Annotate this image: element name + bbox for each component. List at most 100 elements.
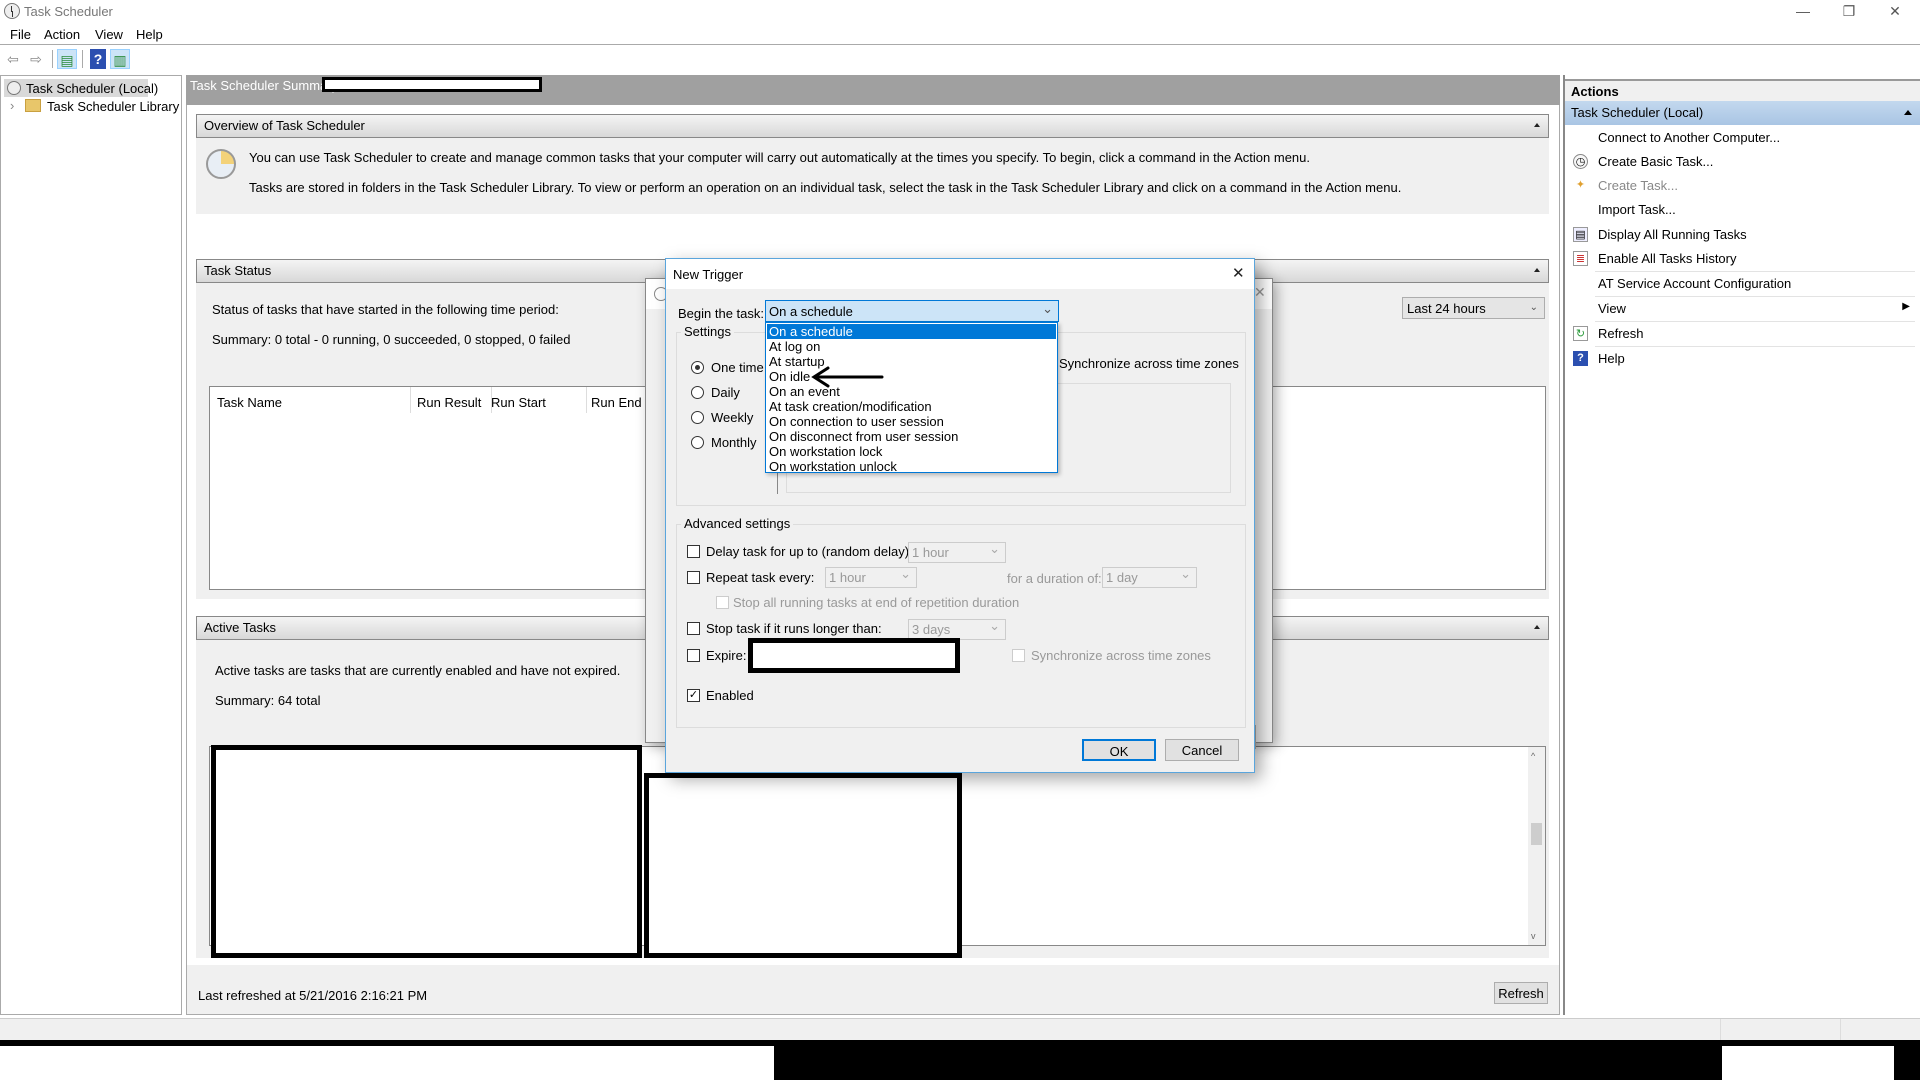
begin-task-dropdown-list[interactable]: On a schedule At log on At startup On id… (765, 322, 1058, 474)
settings-label: Settings (681, 324, 734, 339)
action-create-basic-task[interactable]: ◷ Create Basic Task... (1565, 150, 1920, 174)
toolbar-separator (82, 50, 83, 68)
action-enable-all-tasks-history[interactable]: ≣ Enable All Tasks History (1565, 247, 1920, 271)
redaction-box (211, 745, 642, 958)
repeat-label: Repeat task every: (706, 570, 815, 585)
menu-file[interactable]: File (10, 27, 31, 42)
cancel-button[interactable]: Cancel (1165, 739, 1239, 761)
enabled-label: Enabled (706, 688, 754, 703)
back-arrow-icon[interactable]: ⇦ (3, 49, 23, 69)
column-header-run-result[interactable]: Run Result (417, 395, 481, 410)
folder-clock-icon (25, 99, 41, 112)
redaction-box (322, 77, 542, 92)
action-refresh[interactable]: ↻ Refresh (1565, 322, 1920, 346)
dropdown-option-on-workstation-lock[interactable]: On workstation lock (767, 444, 1056, 459)
actions-group-header[interactable]: Task Scheduler (Local) (1565, 101, 1920, 125)
radio-button[interactable] (691, 436, 704, 449)
chevron-down-icon: ⌄ (1042, 301, 1053, 316)
dropdown-option-on-disconnect[interactable]: On disconnect from user session (767, 429, 1056, 444)
repeat-checkbox[interactable] (687, 571, 700, 584)
action-view[interactable]: View ▶ (1565, 297, 1920, 321)
sync-time-zones-label[interactable]: Synchronize across time zones (1059, 356, 1239, 371)
column-divider (586, 387, 587, 413)
tree-item-label: Task Scheduler (Local) (26, 81, 159, 96)
submenu-arrow-icon: ▶ (1902, 301, 1910, 312)
action-display-all-running-tasks[interactable]: ▤ Display All Running Tasks (1565, 223, 1920, 247)
stop-task-checkbox[interactable] (687, 622, 700, 635)
menu-action[interactable]: Action (44, 27, 80, 42)
menu-help[interactable]: Help (136, 27, 163, 42)
radio-button[interactable] (691, 361, 704, 374)
scrollbar-thumb[interactable] (1531, 823, 1542, 845)
duration-label: for a duration of: (1007, 571, 1102, 586)
action-help[interactable]: ? Help (1565, 347, 1920, 371)
status-divider (1720, 1019, 1721, 1040)
stop-task-duration-select[interactable]: 3 days (908, 618, 1006, 640)
redaction-box (644, 773, 962, 958)
action-create-task[interactable]: ✦ Create Task... (1565, 174, 1920, 198)
stop-all-running-checkbox[interactable] (716, 596, 729, 609)
annotation-arrow-path (811, 366, 884, 388)
show-hide-action-pane-icon[interactable]: ▥ (110, 49, 130, 69)
ok-button[interactable]: OK (1082, 739, 1156, 761)
show-hide-console-tree-icon[interactable]: ▤ (57, 49, 77, 69)
dropdown-option-on-connection[interactable]: On connection to user session (767, 414, 1056, 429)
stop-task-label: Stop task if it runs longer than: (706, 621, 882, 636)
vertical-scrollbar[interactable]: ^ v (1528, 747, 1545, 945)
actions-header: Actions (1565, 79, 1920, 101)
column-header-task-name[interactable]: Task Name (217, 395, 282, 410)
tree-item-task-scheduler-local[interactable]: Task Scheduler (Local) (4, 79, 158, 97)
dropdown-option-at-task-creation[interactable]: At task creation/modification (767, 399, 1056, 414)
delay-select[interactable]: 1 hour (908, 541, 1006, 563)
annotation-arrow-icon (811, 366, 884, 388)
begin-task-select[interactable]: On a schedule ⌄ (765, 300, 1059, 322)
collapse-caret-icon[interactable] (1534, 123, 1540, 127)
enabled-checkbox[interactable]: ✓ (687, 689, 700, 702)
column-header-run-start[interactable]: Run Start (491, 395, 546, 410)
active-tasks-description: Active tasks are tasks that are currentl… (215, 663, 621, 678)
action-import-task[interactable]: Import Task... (1565, 198, 1920, 222)
refresh-button[interactable]: Refresh (1494, 982, 1548, 1004)
overview-title: Overview of Task Scheduler (204, 118, 365, 133)
expire-sync-checkbox[interactable] (1012, 649, 1025, 662)
collapse-caret-icon[interactable] (1904, 110, 1912, 115)
overview-section-header[interactable]: Overview of Task Scheduler (196, 114, 1549, 138)
restore-button[interactable]: ❐ (1826, 0, 1872, 24)
dialog-titlebar: New Trigger ✕ (666, 259, 1254, 289)
dialog-close-button[interactable]: ✕ (1232, 264, 1245, 282)
expire-checkbox[interactable] (687, 649, 700, 662)
status-summary: Summary: 0 total - 0 running, 0 succeede… (212, 332, 571, 347)
scroll-up-arrow-icon[interactable]: ^ (1531, 751, 1535, 761)
tree-item-task-scheduler-library[interactable]: Task Scheduler Library (23, 97, 179, 115)
radio-button[interactable] (691, 411, 704, 424)
delay-checkbox[interactable] (687, 545, 700, 558)
help-icon[interactable]: ? (90, 49, 106, 69)
redaction-box (1722, 1046, 1894, 1080)
collapse-caret-icon[interactable] (1534, 625, 1540, 629)
dropdown-option-on-workstation-unlock[interactable]: On workstation unlock (767, 459, 1056, 474)
repeat-interval-select[interactable]: 1 hour (825, 566, 917, 588)
tree-item-label: Task Scheduler Library (47, 99, 180, 114)
action-connect-to-another-computer[interactable]: Connect to Another Computer... (1565, 126, 1920, 150)
scroll-down-arrow-icon[interactable]: v (1531, 931, 1536, 941)
expand-chevron-icon[interactable]: › (10, 98, 14, 113)
column-header-run-end[interactable]: Run End (591, 395, 642, 410)
minimize-button[interactable]: — (1780, 0, 1826, 24)
collapse-caret-icon[interactable] (1534, 268, 1540, 272)
radio-button[interactable] (691, 386, 704, 399)
duration-select[interactable]: 1 day (1102, 566, 1197, 588)
close-icon[interactable]: ✕ (1254, 284, 1266, 301)
dropdown-option-at-log-on[interactable]: At log on (767, 339, 1056, 354)
action-at-service-account-configuration[interactable]: AT Service Account Configuration (1565, 272, 1920, 296)
close-button[interactable]: ✕ (1872, 0, 1918, 24)
active-tasks-summary: Summary: 64 total (215, 693, 321, 708)
taskbar (0, 1040, 1920, 1080)
toolbar-separator (52, 50, 53, 68)
help-icon: ? (1573, 351, 1588, 366)
menu-view[interactable]: View (95, 27, 123, 42)
clock-icon (206, 149, 236, 179)
forward-arrow-icon[interactable]: ⇨ (26, 49, 46, 69)
status-divider (1840, 1019, 1841, 1040)
dropdown-option-on-a-schedule[interactable]: On a schedule (767, 324, 1056, 339)
time-period-select[interactable]: Last 24 hours ⌄ (1402, 297, 1545, 319)
